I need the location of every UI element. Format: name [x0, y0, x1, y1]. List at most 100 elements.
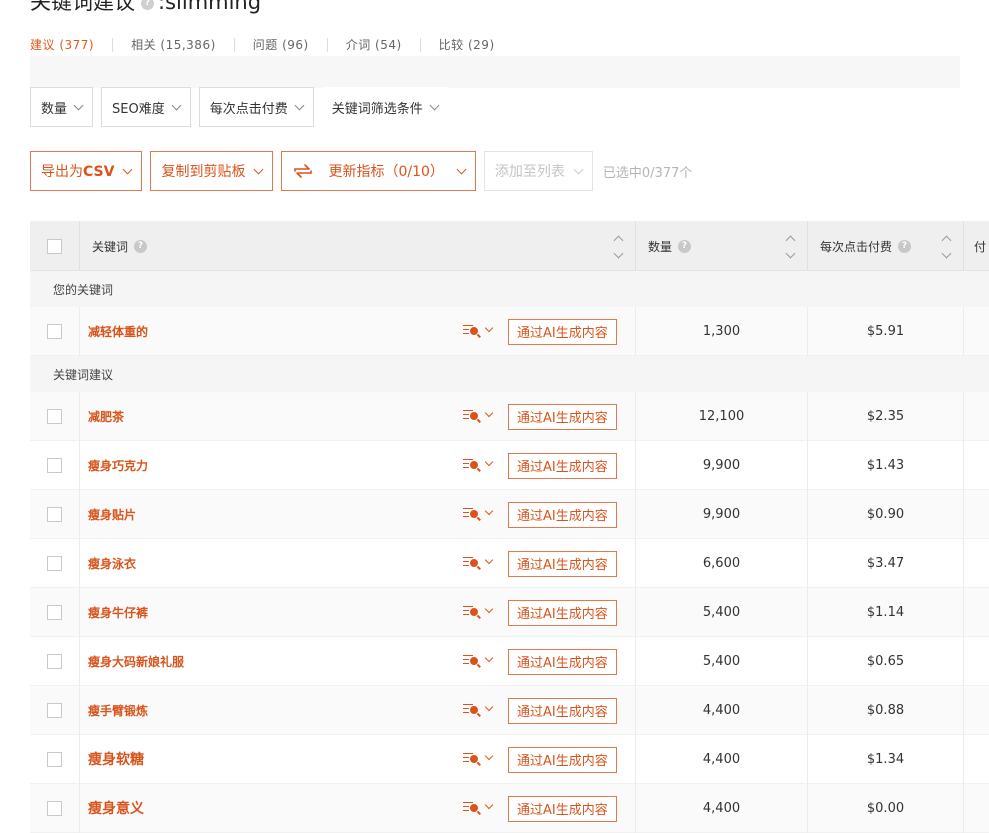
ai-generate-button[interactable]: 通过AI生成内容: [508, 746, 617, 773]
serp-search-icon: [463, 408, 481, 423]
row-checkbox[interactable]: [47, 751, 62, 767]
ai-generate-button[interactable]: 通过AI生成内容: [508, 501, 617, 528]
row-checkbox[interactable]: [47, 604, 62, 620]
tab-prepositions[interactable]: 介词 (54): [346, 38, 421, 52]
keyword-link[interactable]: 瘦身大码新娘礼服: [88, 653, 184, 670]
ai-generate-button[interactable]: 通过AI生成内容: [508, 403, 617, 430]
ai-generate-button[interactable]: 通过AI生成内容: [508, 648, 617, 675]
row-checkbox[interactable]: [47, 800, 62, 816]
keyword-link[interactable]: 瘦身软糖: [88, 749, 144, 769]
volume-cell: 4,400: [636, 685, 808, 735]
filter-seo-difficulty-dropdown[interactable]: SEO难度: [101, 87, 191, 127]
keyword-link[interactable]: 瘦身巧克力: [88, 457, 148, 474]
serp-dropdown[interactable]: [463, 702, 494, 717]
ai-generate-button[interactable]: 通过AI生成内容: [508, 550, 617, 577]
column-keyword-label: 关键词: [92, 239, 129, 254]
row-checkbox[interactable]: [47, 555, 62, 571]
column-cpc[interactable]: 每次点击付费 ?: [808, 221, 964, 271]
row-checkbox-cell: [30, 685, 80, 735]
help-icon[interactable]: ?: [141, 0, 154, 10]
help-icon[interactable]: ?: [134, 239, 148, 253]
filter-cpc-dropdown[interactable]: 每次点击付费: [198, 87, 314, 127]
serp-search-icon: [463, 555, 481, 570]
page-title-text: 关键词建议: [30, 0, 135, 14]
tab-questions[interactable]: 问题 (96): [253, 38, 328, 52]
copy-label: 复制到剪贴板: [161, 164, 246, 180]
sort-icon[interactable]: [785, 235, 795, 259]
ai-generate-button[interactable]: 通过AI生成内容: [508, 318, 617, 345]
keyword-link[interactable]: 瘦身意义: [88, 798, 144, 818]
copy-to-clipboard-button[interactable]: 复制到剪贴板: [150, 151, 274, 191]
cpc-cell: $0.00: [808, 783, 964, 833]
serp-dropdown[interactable]: [463, 555, 494, 570]
query-text: slimming: [165, 0, 262, 14]
column-more-label: 付: [974, 239, 987, 254]
column-cpc-label: 每次点击付费: [820, 239, 893, 254]
tab-comparisons[interactable]: 比较 (29): [439, 38, 513, 52]
ai-generate-button[interactable]: 通过AI生成内容: [508, 697, 617, 724]
row-checkbox[interactable]: [47, 457, 62, 473]
keyword-link[interactable]: 减轻体重的: [88, 323, 148, 340]
row-checkbox-cell: [30, 636, 80, 686]
update-metrics-button[interactable]: 更新指标（0/10）: [281, 151, 476, 191]
keyword-link[interactable]: 瘦手臂锻炼: [88, 702, 148, 719]
cpc-cell: $0.90: [808, 489, 964, 539]
row-checkbox[interactable]: [47, 408, 62, 424]
add-to-list-label: 添加至列表: [494, 164, 565, 180]
serp-dropdown[interactable]: [463, 323, 494, 338]
cpc-cell: $3.47: [808, 538, 964, 588]
row-checkbox[interactable]: [47, 506, 62, 522]
cpc-cell: $1.14: [808, 587, 964, 637]
column-more[interactable]: 付: [964, 221, 989, 271]
select-all-checkbox[interactable]: [47, 238, 62, 254]
filter-keyword-conditions-dropdown[interactable]: 关键词筛选条件: [321, 87, 448, 127]
serp-search-icon: [463, 653, 481, 668]
row-checkbox-cell: [30, 587, 80, 637]
tab-related[interactable]: 相关 (15,386): [131, 38, 235, 52]
serp-dropdown[interactable]: [463, 457, 494, 472]
export-csv-button[interactable]: 导出为CSV: [30, 151, 143, 191]
serp-dropdown[interactable]: [463, 506, 494, 521]
serp-dropdown[interactable]: [463, 604, 494, 619]
row-checkbox[interactable]: [47, 653, 62, 669]
serp-dropdown[interactable]: [463, 653, 494, 668]
chevron-down-icon: [294, 100, 305, 110]
chevron-down-icon: [484, 408, 494, 418]
serp-dropdown[interactable]: [463, 751, 494, 766]
filter-volume-dropdown[interactable]: 数量: [30, 87, 94, 127]
serp-search-icon: [463, 702, 481, 717]
table-row: 瘦身牛仔裤 通过AI生成内容 5,400 $1.14: [30, 587, 989, 637]
volume-cell: 9,900: [636, 489, 808, 539]
ai-generate-button[interactable]: 通过AI生成内容: [508, 452, 617, 479]
keyword-cell: 瘦身大码新娘礼服 通过AI生成内容: [80, 636, 636, 686]
tab-suggestions[interactable]: 建议 (377): [30, 38, 114, 52]
keyword-link[interactable]: 减肥茶: [88, 408, 124, 425]
table-row: 瘦身软糖 通过AI生成内容 4,400 $1.34: [30, 734, 989, 784]
keyword-link[interactable]: 瘦身牛仔裤: [88, 604, 148, 621]
page-title: 关键词建议?:slimming: [30, 0, 261, 16]
row-checkbox[interactable]: [47, 323, 62, 339]
chevron-down-icon: [254, 164, 264, 174]
keyword-table: 关键词 ? 数量 ? 每次点击付费 ? 付 您的关键词 减轻体重的 通过AI生成…: [30, 221, 989, 833]
serp-dropdown[interactable]: [463, 408, 494, 423]
keyword-cell: 瘦身巧克力 通过AI生成内容: [80, 440, 636, 490]
sort-icon[interactable]: [613, 235, 623, 259]
keyword-link[interactable]: 瘦身贴片: [88, 506, 136, 523]
ai-generate-button[interactable]: 通过AI生成内容: [508, 795, 617, 822]
table-row: 减肥茶 通过AI生成内容 12,100 $2.35: [30, 391, 989, 441]
ai-generate-button[interactable]: 通过AI生成内容: [508, 599, 617, 626]
column-volume-label: 数量: [648, 239, 673, 254]
row-checkbox-cell: [30, 440, 80, 490]
keyword-link[interactable]: 瘦身泳衣: [88, 555, 136, 572]
row-checkbox[interactable]: [47, 702, 62, 718]
serp-dropdown[interactable]: [463, 800, 494, 815]
volume-cell: 9,900: [636, 440, 808, 490]
group-keyword-suggestions: 关键词建议: [30, 356, 989, 392]
help-icon[interactable]: ?: [678, 239, 692, 253]
sort-icon[interactable]: [941, 235, 951, 259]
column-volume[interactable]: 数量 ?: [636, 221, 808, 271]
add-to-list-button[interactable]: 添加至列表: [483, 151, 593, 191]
help-icon[interactable]: ?: [898, 239, 912, 253]
row-checkbox-cell: [30, 306, 80, 356]
column-keyword[interactable]: 关键词 ?: [80, 221, 636, 271]
